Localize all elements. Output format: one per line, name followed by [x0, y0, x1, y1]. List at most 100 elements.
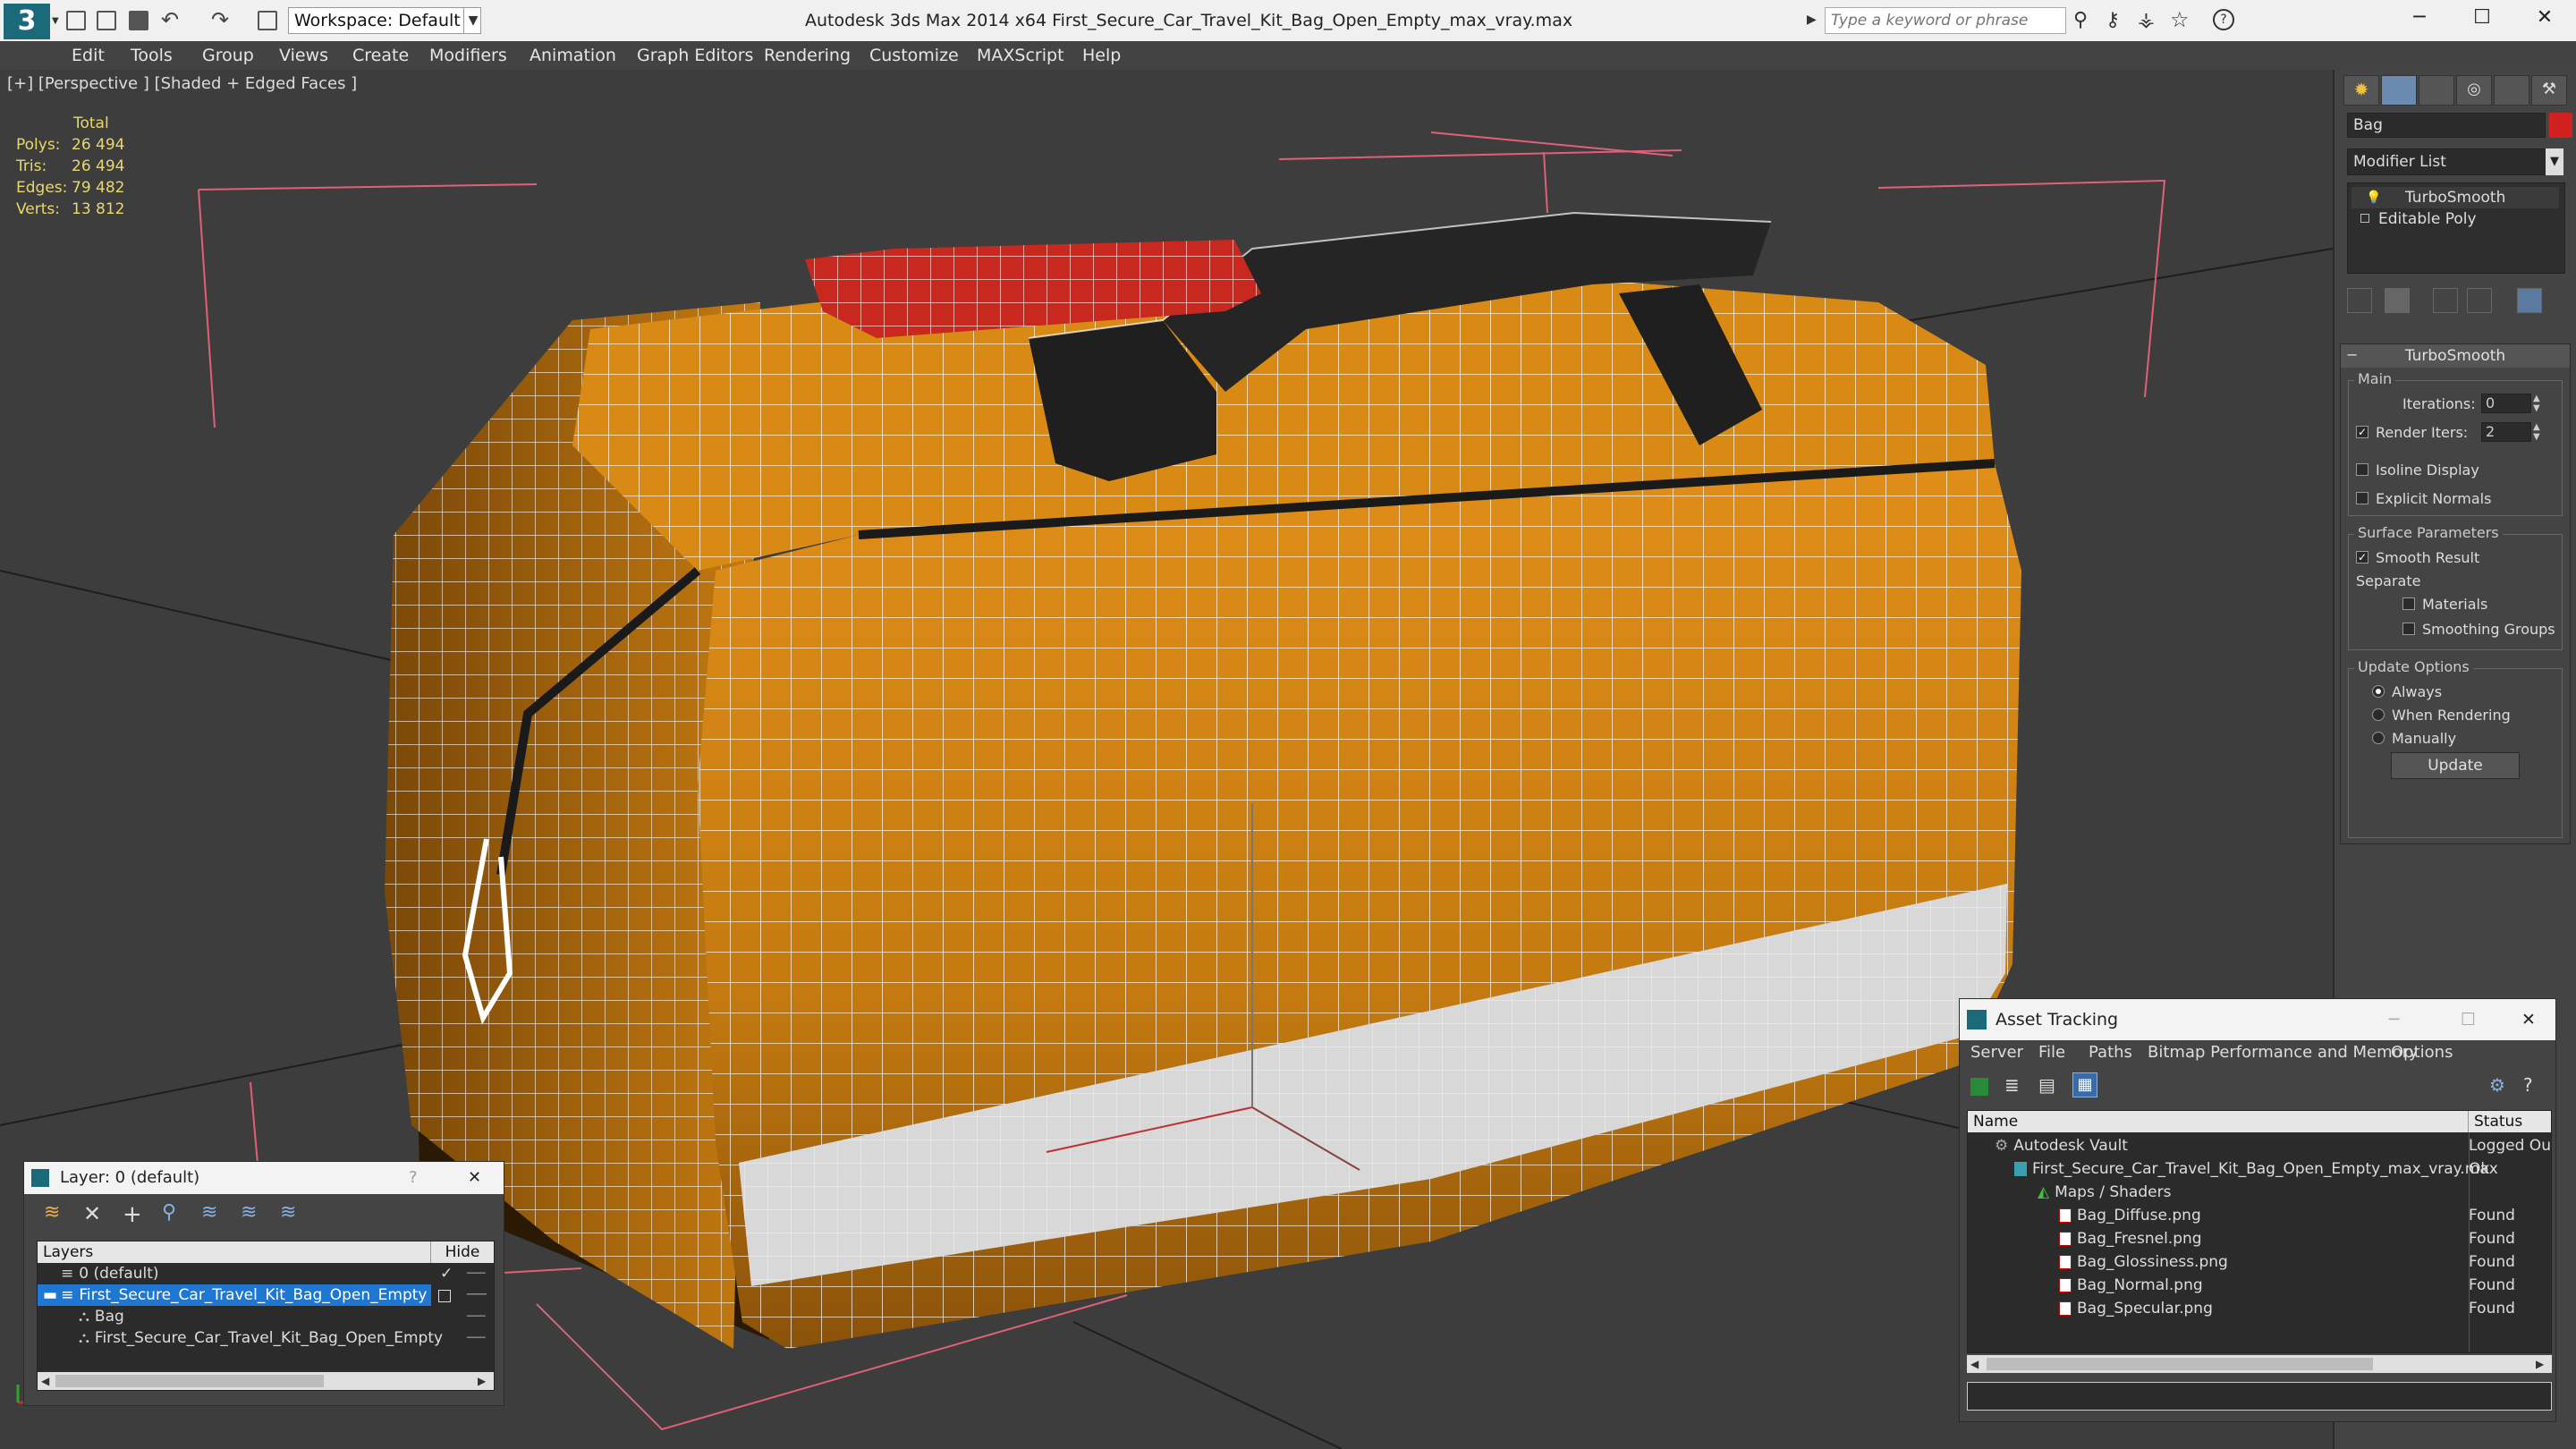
asset-menu-file[interactable]: File: [2038, 1040, 2065, 1065]
object-name-field[interactable]: Bag: [2347, 113, 2546, 138]
isoline-display-checkbox[interactable]: [2356, 463, 2368, 476]
menu-group[interactable]: Group: [202, 41, 254, 70]
maximize-icon[interactable]: ☐: [2461, 999, 2476, 1040]
asset-row-bitmap[interactable]: Bag_Specular.png Found: [1968, 1297, 2551, 1320]
menu-rendering[interactable]: Rendering: [764, 41, 851, 70]
search-input[interactable]: [1826, 8, 2065, 33]
spinner-arrows-icon[interactable]: ▲ ▼: [2533, 394, 2540, 413]
asset-row-bitmap[interactable]: Bag_Normal.png Found: [1968, 1274, 2551, 1297]
asset-row-vault[interactable]: ⚙ Autodesk Vault Logged Ou: [1968, 1134, 2551, 1157]
explicit-normals-checkbox[interactable]: [2356, 492, 2368, 504]
pin-stack-icon[interactable]: [2347, 288, 2372, 313]
lightbulb-icon[interactable]: 💡: [2366, 191, 2381, 205]
subscription-icon[interactable]: ⚷: [2106, 9, 2120, 31]
expand-icon[interactable]: [2360, 214, 2369, 223]
iterations-spinner[interactable]: 0: [2481, 394, 2531, 413]
display-tab-icon[interactable]: [2494, 75, 2529, 106]
project-folder-icon[interactable]: [258, 11, 277, 30]
layer-window-titlebar[interactable]: Layer: 0 (default) ? ✕: [24, 1162, 504, 1194]
make-unique-icon[interactable]: [2433, 288, 2458, 313]
minimize-icon[interactable]: ─: [2389, 999, 2399, 1040]
update-button[interactable]: Update: [2391, 752, 2520, 779]
menu-maxscript[interactable]: MAXScript: [977, 41, 1064, 70]
hide-all-layers-icon[interactable]: ≋: [241, 1201, 264, 1224]
name-column-header[interactable]: Name: [1968, 1111, 2469, 1132]
redo-icon[interactable]: ↷: [211, 7, 229, 32]
delete-layer-icon[interactable]: ✕: [83, 1201, 106, 1226]
expand-icon[interactable]: ▬: [43, 1286, 57, 1304]
hide-toggle[interactable]: ──: [467, 1327, 485, 1349]
stack-item-turbosmooth[interactable]: TurboSmooth: [2351, 187, 2559, 208]
manually-radio[interactable]: [2372, 732, 2385, 744]
modify-tab-icon[interactable]: [2381, 75, 2417, 106]
layer-row-selected[interactable]: ▬ ≡ First_Secure_Car_Travel_Kit_Bag_Open_E…: [38, 1284, 431, 1306]
smooth-result-checkbox[interactable]: ✓: [2356, 551, 2368, 564]
hide-column-header[interactable]: Hide: [431, 1241, 494, 1263]
search-expand-icon[interactable]: ▶: [1807, 13, 1817, 27]
scroll-right-icon[interactable]: ▶: [478, 1372, 486, 1390]
binoculars-icon[interactable]: ⚲: [2073, 9, 2088, 31]
asset-menu-server[interactable]: Server: [1970, 1040, 2023, 1065]
create-tab-icon[interactable]: ✹: [2343, 75, 2379, 106]
menu-help[interactable]: Help: [1082, 41, 1121, 70]
layer-row-default[interactable]: ≡ 0 (default) ✓ ──: [38, 1263, 494, 1284]
hide-toggle[interactable]: ──: [467, 1306, 485, 1327]
scroll-left-icon[interactable]: ◀: [41, 1372, 49, 1390]
asset-row-scene-file[interactable]: First_Secure_Car_Travel_Kit_Bag_Open_Emp…: [1968, 1157, 2551, 1181]
save-icon[interactable]: [129, 11, 148, 30]
menu-modifiers[interactable]: Modifiers: [429, 41, 507, 70]
configure-sets-icon[interactable]: [2517, 288, 2542, 313]
asset-window-titlebar[interactable]: Asset Tracking ─ ☐ ✕: [1960, 999, 2555, 1040]
viewport-label[interactable]: [+] [Perspective ] [Shaded + Edged Faces…: [7, 74, 357, 93]
menu-customize[interactable]: Customize: [869, 41, 959, 70]
status-column-header[interactable]: Status: [2469, 1111, 2551, 1132]
app-logo-icon[interactable]: 3: [4, 4, 50, 39]
materials-checkbox[interactable]: [2402, 597, 2415, 610]
horizontal-scrollbar[interactable]: ◀ ▶: [38, 1372, 494, 1390]
add-to-layer-icon[interactable]: +: [123, 1201, 146, 1228]
hierarchy-tab-icon[interactable]: [2419, 75, 2454, 106]
asset-path-field[interactable]: [1967, 1382, 2552, 1411]
close-icon[interactable]: ✕: [2521, 999, 2536, 1040]
maximize-icon[interactable]: ☐: [2451, 0, 2513, 36]
utilities-tab-icon[interactable]: ⚒: [2531, 75, 2567, 106]
menu-create[interactable]: Create: [352, 41, 409, 70]
help-icon[interactable]: ?: [409, 1162, 418, 1194]
select-objects-icon[interactable]: ⚲: [162, 1201, 185, 1224]
remove-modifier-icon[interactable]: [2467, 288, 2492, 313]
chevron-down-icon[interactable]: ▼: [463, 7, 482, 34]
chevron-down-icon[interactable]: ▼: [2546, 148, 2563, 175]
refresh-icon[interactable]: [1970, 1078, 1988, 1096]
vault-settings-icon[interactable]: ⚙: [2489, 1074, 2505, 1096]
collapse-icon[interactable]: −: [2346, 346, 2358, 363]
modifier-list-dropdown[interactable]: Modifier List: [2347, 148, 2562, 175]
help-icon[interactable]: ?: [2523, 1074, 2533, 1096]
close-icon[interactable]: ✕: [468, 1162, 481, 1194]
rollout-title[interactable]: TurboSmooth: [2341, 344, 2570, 368]
favorites-star-icon[interactable]: ☆: [2170, 7, 2190, 32]
close-icon[interactable]: ✕: [2513, 0, 2576, 36]
new-file-icon[interactable]: [66, 11, 86, 30]
new-layer-icon[interactable]: ≋: [44, 1201, 67, 1224]
show-end-result-icon[interactable]: [2385, 288, 2410, 313]
communication-icon[interactable]: ⚶: [2138, 9, 2155, 31]
help-icon[interactable]: ?: [2213, 9, 2234, 30]
menu-views[interactable]: Views: [279, 41, 328, 70]
layers-column-header[interactable]: Layers: [38, 1241, 431, 1263]
list-view-icon[interactable]: ≣: [2004, 1074, 2020, 1096]
layer-row-object[interactable]: ⛬ Bag ──: [38, 1306, 494, 1327]
freeze-all-layers-icon[interactable]: ≋: [280, 1201, 303, 1224]
menu-graph-editors[interactable]: Graph Editors: [637, 41, 753, 70]
stack-item-editable-poly[interactable]: Editable Poly: [2351, 208, 2559, 230]
undo-icon[interactable]: ↶: [161, 7, 179, 32]
asset-menu-options[interactable]: Options: [2391, 1040, 2453, 1065]
smoothing-groups-checkbox[interactable]: [2402, 623, 2415, 635]
hide-toggle[interactable]: ──: [467, 1284, 487, 1306]
render-iters-spinner[interactable]: 2: [2481, 422, 2531, 442]
asset-menu-paths[interactable]: Paths: [2089, 1040, 2132, 1065]
spinner-arrows-icon[interactable]: ▲ ▼: [2533, 422, 2540, 442]
scroll-left-icon[interactable]: ◀: [1970, 1355, 1979, 1373]
details-view-icon[interactable]: ▤: [2038, 1074, 2055, 1096]
object-color-swatch[interactable]: [2549, 113, 2572, 138]
always-radio[interactable]: [2372, 685, 2385, 698]
